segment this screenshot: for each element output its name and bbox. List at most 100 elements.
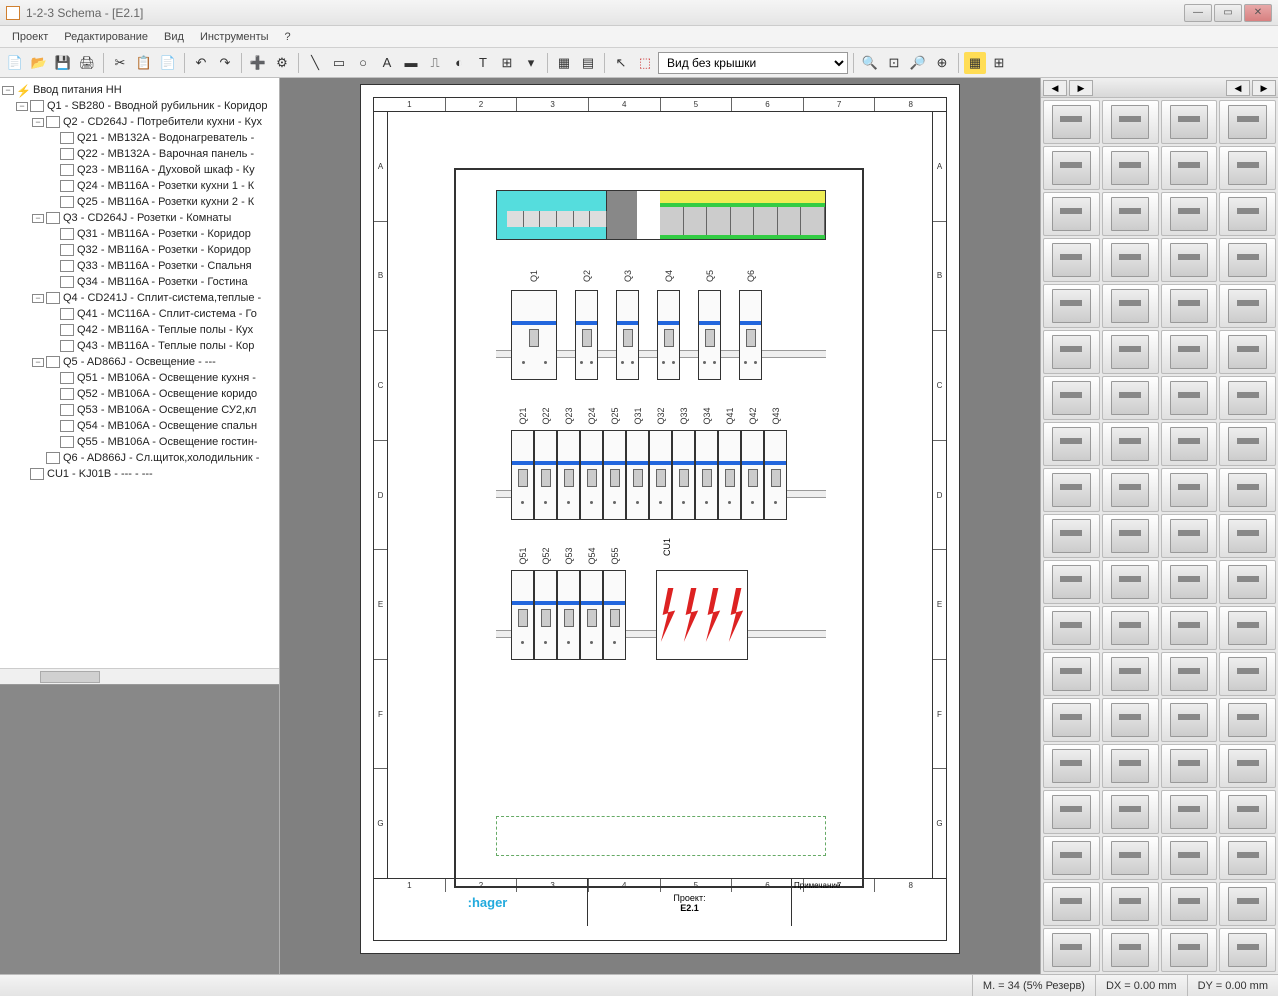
menu-project[interactable]: Проект bbox=[4, 29, 56, 45]
tree-item[interactable]: Q24 - MB116A - Розетки кухни 1 - К bbox=[77, 180, 254, 192]
text-button[interactable]: A bbox=[376, 52, 398, 74]
palette-item[interactable] bbox=[1102, 514, 1159, 558]
palette-item[interactable] bbox=[1161, 376, 1218, 420]
breaker-module[interactable]: Q3 bbox=[616, 290, 639, 380]
spare-slot[interactable] bbox=[496, 816, 826, 856]
component-button[interactable]: ⎍ bbox=[424, 52, 446, 74]
palette-item[interactable] bbox=[1102, 100, 1159, 144]
palette-item[interactable] bbox=[1219, 284, 1276, 328]
tree-twisty[interactable]: − bbox=[16, 102, 28, 111]
tool-button[interactable]: ⚙ bbox=[271, 52, 293, 74]
view2-button[interactable]: ▤ bbox=[577, 52, 599, 74]
print-button[interactable]: 🖨 bbox=[76, 52, 98, 74]
palette-item[interactable] bbox=[1102, 836, 1159, 880]
palette-item[interactable] bbox=[1043, 100, 1100, 144]
breaker-module[interactable]: Q2 bbox=[575, 290, 598, 380]
palette-item[interactable] bbox=[1161, 790, 1218, 834]
palette-item[interactable] bbox=[1043, 514, 1100, 558]
breaker-module[interactable]: Q43 bbox=[764, 430, 787, 520]
breaker-module[interactable]: Q34 bbox=[695, 430, 718, 520]
zoom-out-button[interactable]: 🔎 bbox=[907, 52, 929, 74]
palette-item[interactable] bbox=[1043, 836, 1100, 880]
tree-item[interactable]: Q33 - MB116A - Розетки - Спальня bbox=[77, 260, 252, 272]
breaker-module[interactable]: Q42 bbox=[741, 430, 764, 520]
tree-item[interactable]: Q1 - SB280 - Вводной рубильник - Коридор bbox=[47, 100, 267, 112]
palette-item[interactable] bbox=[1161, 422, 1218, 466]
enclosure[interactable]: Q1Q2Q3Q4Q5Q6 Q21Q22Q23Q24Q25Q31Q32Q33Q34… bbox=[454, 168, 864, 888]
palette-item[interactable] bbox=[1161, 330, 1218, 374]
palette-item[interactable] bbox=[1219, 192, 1276, 236]
palette-item[interactable] bbox=[1219, 744, 1276, 788]
palette-item[interactable] bbox=[1161, 606, 1218, 650]
breaker-module[interactable]: Q23 bbox=[557, 430, 580, 520]
tree-item[interactable]: Q34 - MB116A - Розетки - Гостина bbox=[77, 276, 248, 288]
palette-prev2-button[interactable]: ◀ bbox=[1226, 80, 1250, 96]
shape-button[interactable]: ▬ bbox=[400, 52, 422, 74]
tree-item[interactable]: Q25 - MB116A - Розетки кухни 2 - К bbox=[77, 196, 254, 208]
palette-item[interactable] bbox=[1043, 468, 1100, 512]
palette-item[interactable] bbox=[1102, 698, 1159, 742]
breaker-module[interactable]: Q55 bbox=[603, 570, 626, 660]
copy-button[interactable]: 📋 bbox=[133, 52, 155, 74]
more-button[interactable]: ▾ bbox=[520, 52, 542, 74]
palette-item[interactable] bbox=[1161, 100, 1218, 144]
palette-item[interactable] bbox=[1161, 744, 1218, 788]
open-button[interactable]: 📂 bbox=[28, 52, 50, 74]
maximize-button[interactable]: ▭ bbox=[1214, 4, 1242, 22]
palette-item[interactable] bbox=[1043, 146, 1100, 190]
menu-edit[interactable]: Редактирование bbox=[56, 29, 156, 45]
palette-item[interactable] bbox=[1219, 514, 1276, 558]
tree-item[interactable]: Q21 - MB132A - Водонагреватель - bbox=[77, 132, 254, 144]
palette-item[interactable] bbox=[1043, 698, 1100, 742]
breaker-module[interactable]: Q22 bbox=[534, 430, 557, 520]
palette-item[interactable] bbox=[1219, 606, 1276, 650]
select-button[interactable]: ⬚ bbox=[634, 52, 656, 74]
palette-item[interactable] bbox=[1161, 882, 1218, 926]
tree-item[interactable]: Q2 - CD264J - Потребители кухни - Кух bbox=[63, 116, 262, 128]
breaker-module[interactable]: Q1 bbox=[511, 290, 557, 380]
tree-item[interactable]: Q41 - MC116A - Сплит-система - Го bbox=[77, 308, 257, 320]
tree-item[interactable]: Q32 - MB116A - Розетки - Коридор bbox=[77, 244, 251, 256]
breaker-module[interactable]: Q5 bbox=[698, 290, 721, 380]
palette-item[interactable] bbox=[1043, 330, 1100, 374]
tree-item[interactable]: Q55 - MB106A - Освещение гостин- bbox=[77, 436, 258, 448]
project-tree[interactable]: −⚡Ввод питания НН −Q1 - SB280 - Вводной … bbox=[0, 78, 279, 668]
busbar[interactable] bbox=[496, 190, 826, 240]
zoom-button[interactable]: ⊕ bbox=[931, 52, 953, 74]
palette-item[interactable] bbox=[1161, 192, 1218, 236]
breaker-module[interactable]: Q21 bbox=[511, 430, 534, 520]
palette-item[interactable] bbox=[1102, 284, 1159, 328]
palette-item[interactable] bbox=[1219, 882, 1276, 926]
breaker-module[interactable]: Q51 bbox=[511, 570, 534, 660]
palette-item[interactable] bbox=[1102, 192, 1159, 236]
rect-button[interactable]: ▭ bbox=[328, 52, 350, 74]
palette-item[interactable] bbox=[1161, 836, 1218, 880]
palette-item[interactable] bbox=[1102, 560, 1159, 604]
cursor-button[interactable]: ↖ bbox=[610, 52, 632, 74]
palette-item[interactable] bbox=[1219, 146, 1276, 190]
menu-help[interactable]: ? bbox=[277, 29, 299, 45]
tree-item[interactable]: Q23 - MB116A - Духовой шкаф - Ку bbox=[77, 164, 255, 176]
palette-item[interactable] bbox=[1161, 146, 1218, 190]
breaker-module[interactable]: Q24 bbox=[580, 430, 603, 520]
palette-item[interactable] bbox=[1219, 698, 1276, 742]
palette-item[interactable] bbox=[1102, 882, 1159, 926]
tree-item[interactable]: Q42 - MB116A - Теплые полы - Кух bbox=[77, 324, 253, 336]
minimize-button[interactable]: — bbox=[1184, 4, 1212, 22]
menu-view[interactable]: Вид bbox=[156, 29, 192, 45]
tree-item[interactable]: Q6 - AD866J - Сл.щиток,холодильник - bbox=[63, 452, 259, 464]
palette-item[interactable] bbox=[1043, 238, 1100, 282]
tree-item[interactable]: Q22 - MB132A - Варочная панель - bbox=[77, 148, 254, 160]
view1-button[interactable]: ▦ bbox=[553, 52, 575, 74]
palette-item[interactable] bbox=[1043, 790, 1100, 834]
text2-button[interactable]: T bbox=[472, 52, 494, 74]
palette-item[interactable] bbox=[1102, 422, 1159, 466]
circle-button[interactable]: ○ bbox=[352, 52, 374, 74]
palette-item[interactable] bbox=[1161, 514, 1218, 558]
undo-button[interactable]: ↶ bbox=[190, 52, 212, 74]
zoom-fit-button[interactable]: ⊡ bbox=[883, 52, 905, 74]
breaker-module[interactable]: Q41 bbox=[718, 430, 741, 520]
breaker-module[interactable]: Q33 bbox=[672, 430, 695, 520]
palette-item[interactable] bbox=[1161, 284, 1218, 328]
palette-item[interactable] bbox=[1219, 836, 1276, 880]
